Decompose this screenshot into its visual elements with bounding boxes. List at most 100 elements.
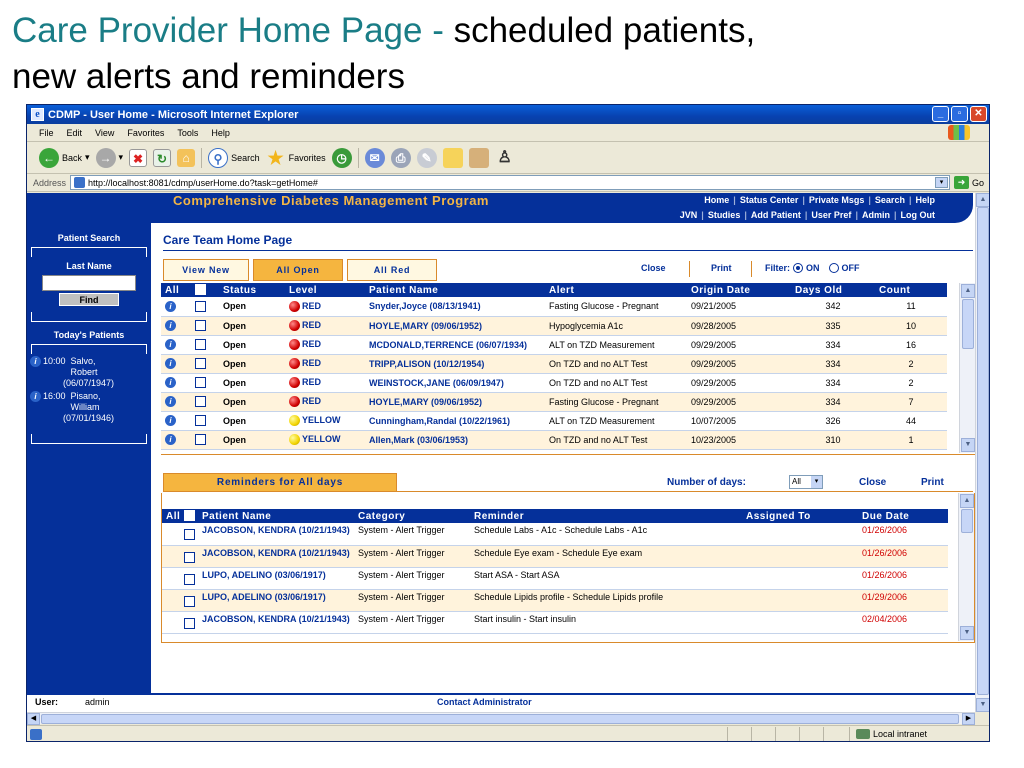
alert-row[interactable]: i Open RED HOYLE,MARY (09/06/1952) Fasting G… <box>161 392 947 412</box>
alert-row[interactable]: i Open RED WEINSTOCK,JANE (06/09/1947) On TZ… <box>161 373 947 393</box>
reminder-row[interactable]: JACOBSON, KENDRA (10/21/1943) System - Al… <box>162 545 948 568</box>
row-checkbox[interactable] <box>195 377 206 389</box>
reminders-print-link[interactable]: Print <box>921 477 944 488</box>
go-button[interactable]: ➜ Go <box>953 176 984 189</box>
search-button[interactable]: ⚲ Search <box>208 147 260 168</box>
info-icon[interactable]: i <box>165 320 176 331</box>
number-of-days-select[interactable]: All ▾ <box>789 475 823 489</box>
forward-dropdown-icon[interactable]: ▾ <box>119 152 124 163</box>
nav-link-log-out[interactable]: Log Out <box>901 210 936 220</box>
patient-name-link[interactable]: Allen,Mark (03/06/1953) <box>365 430 545 450</box>
back-dropdown-icon[interactable]: ▾ <box>85 152 90 163</box>
scroll-right-icon[interactable]: ▶ <box>962 713 975 725</box>
info-icon[interactable]: i <box>30 356 41 367</box>
col-patient-name[interactable]: Patient Name <box>198 509 354 523</box>
contact-administrator-link[interactable]: Contact Administrator <box>437 697 532 707</box>
stop-icon[interactable]: ✖ <box>129 148 148 167</box>
alert-row[interactable]: i Open RED MCDONALD,TERRENCE (06/07/1934) AL… <box>161 335 947 355</box>
contacts-icon[interactable]: ♙ <box>495 148 515 168</box>
todays-patient-item[interactable]: i 10:00 Salvo, Robert (06/07/1947) <box>27 356 151 389</box>
info-icon[interactable]: i <box>165 396 176 407</box>
window-titlebar[interactable]: e CDMP - User Home - Microsoft Internet … <box>27 105 989 124</box>
nav-link-jvn[interactable]: JVN <box>680 210 698 220</box>
tab-view-new[interactable]: View New <box>163 259 249 281</box>
menu-item-tools[interactable]: Tools <box>177 128 198 138</box>
nav-link-search[interactable]: Search <box>875 195 905 205</box>
refresh-icon[interactable]: ↻ <box>153 148 172 167</box>
reminder-row[interactable]: JACOBSON, KENDRA (10/21/1943) System - Al… <box>162 611 948 634</box>
row-checkbox[interactable] <box>195 434 206 446</box>
reminders-close-link[interactable]: Close <box>859 477 886 488</box>
address-input[interactable]: http://localhost:8081/cdmp/userHome.do?t… <box>70 175 951 190</box>
row-checkbox[interactable] <box>195 358 206 370</box>
nav-link-add-patient[interactable]: Add Patient <box>751 210 801 220</box>
alerts-scroll-thumb[interactable] <box>962 299 974 349</box>
patient-name-link[interactable]: JACOBSON, KENDRA (10/21/1943) <box>198 545 354 568</box>
alert-row[interactable]: i Open RED HOYLE,MARY (09/06/1952) Hypoglyce… <box>161 316 947 336</box>
col-origin-date[interactable]: Origin Date <box>687 283 791 297</box>
reminders-tab[interactable]: Reminders for All days <box>163 473 397 492</box>
back-button[interactable]: ← Back ▾ <box>39 147 90 168</box>
favorites-button[interactable]: ★ Favorites <box>266 148 326 168</box>
nav-link-admin[interactable]: Admin <box>862 210 890 220</box>
patient-name-link[interactable]: WEINSTOCK,JANE (06/09/1947) <box>365 373 545 393</box>
todays-patient-item[interactable]: i 16:00 Pisano, William (07/01/1946) <box>27 391 151 424</box>
nav-link-home[interactable]: Home <box>704 195 729 205</box>
row-checkbox[interactable] <box>195 320 206 332</box>
row-checkbox[interactable] <box>184 573 195 585</box>
menu-item-favorites[interactable]: Favorites <box>127 128 164 138</box>
info-icon[interactable]: i <box>165 300 176 312</box>
tab-all-open[interactable]: All Open <box>253 259 343 281</box>
row-checkbox[interactable] <box>184 595 195 607</box>
menu-item-file[interactable]: File <box>39 128 54 138</box>
row-checkbox[interactable] <box>184 551 195 563</box>
row-checkbox[interactable] <box>195 300 206 312</box>
nav-link-status-center[interactable]: Status Center <box>740 195 799 205</box>
patient-name-link[interactable]: JACOBSON, KENDRA (10/21/1943) <box>198 611 354 634</box>
forward-button[interactable]: → ▾ <box>95 147 124 168</box>
page-hscroll-thumb[interactable] <box>41 714 959 724</box>
col-due-date[interactable]: Due Date <box>858 509 948 523</box>
row-checkbox[interactable] <box>195 415 206 427</box>
edit-icon[interactable]: ✎ <box>416 147 437 168</box>
col-level[interactable]: Level <box>285 283 365 297</box>
row-checkbox[interactable] <box>184 529 195 541</box>
alert-row[interactable]: i Open YELLOW Cunningham,Randal (10/22/1961… <box>161 411 947 431</box>
select-all-checkbox[interactable] <box>184 510 195 522</box>
find-button[interactable]: Find <box>59 293 119 306</box>
col-days-old[interactable]: Days Old <box>791 283 875 297</box>
close-window-button[interactable]: ✕ <box>970 106 987 122</box>
nav-link-private-msgs[interactable]: Private Msgs <box>809 195 865 205</box>
col-count[interactable]: Count <box>875 283 947 297</box>
reminder-row[interactable]: JACOBSON, KENDRA (10/21/1943) System - Al… <box>162 523 948 546</box>
info-icon[interactable]: i <box>165 339 176 350</box>
mail-icon[interactable]: ✉ <box>364 147 385 168</box>
folder-icon[interactable] <box>442 147 463 168</box>
row-checkbox[interactable] <box>184 617 195 629</box>
menu-item-view[interactable]: View <box>95 128 114 138</box>
row-checkbox[interactable] <box>195 339 206 351</box>
col-alert[interactable]: Alert <box>545 283 687 297</box>
patient-name-link[interactable]: LUPO, ADELINO (03/06/1917) <box>198 589 354 612</box>
menu-item-help[interactable]: Help <box>211 128 230 138</box>
scroll-up-icon[interactable]: ▲ <box>961 284 975 298</box>
patient-name-link[interactable]: HOYLE,MARY (09/06/1952) <box>365 316 545 336</box>
home-icon[interactable]: ⌂ <box>177 148 196 167</box>
scroll-down-icon[interactable]: ▼ <box>976 698 989 712</box>
filter-on-radio[interactable] <box>793 263 804 273</box>
info-icon[interactable]: i <box>30 391 41 402</box>
reminders-scroll-thumb[interactable] <box>961 509 973 533</box>
address-dropdown-icon[interactable]: ▾ <box>935 177 949 188</box>
maximize-button[interactable]: ▫ <box>951 106 968 122</box>
nav-link-studies[interactable]: Studies <box>708 210 741 220</box>
minimize-button[interactable]: _ <box>932 106 949 122</box>
reminders-scrollbar[interactable]: ▲ ▼ <box>958 493 974 641</box>
scroll-left-icon[interactable]: ◀ <box>27 713 40 725</box>
reminder-row[interactable]: LUPO, ADELINO (03/06/1917) System - Alert… <box>162 589 948 612</box>
filter-off-radio[interactable] <box>828 263 839 273</box>
scroll-up-icon[interactable]: ▲ <box>960 494 974 508</box>
menu-item-edit[interactable]: Edit <box>67 128 83 138</box>
patient-name-link[interactable]: MCDONALD,TERRENCE (06/07/1934) <box>365 335 545 355</box>
scroll-up-icon[interactable]: ▲ <box>976 193 989 207</box>
col-category[interactable]: Category <box>354 509 470 523</box>
